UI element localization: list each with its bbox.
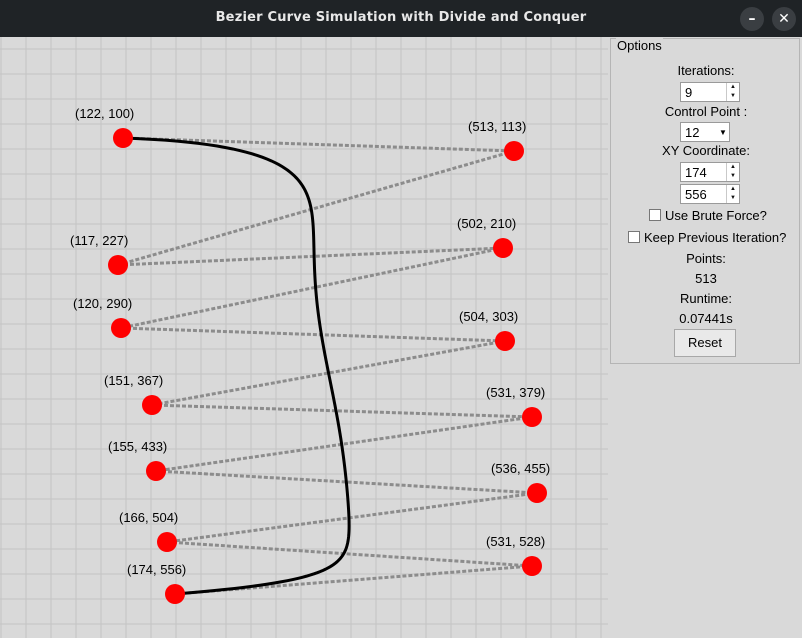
keep-previous-label: Keep Previous Iteration? — [644, 230, 787, 245]
minimize-button[interactable]: – — [740, 7, 764, 31]
control-point[interactable] — [157, 532, 177, 552]
point-label: (536, 455) — [491, 461, 550, 476]
point-label: (513, 113) — [468, 119, 526, 134]
reset-button[interactable]: Reset — [674, 329, 736, 357]
control-point[interactable] — [108, 255, 128, 275]
options-panel: Options Iterations: 9 ▲ ▼ Control Point :… — [610, 38, 800, 364]
spin-down-icon[interactable]: ▼ — [727, 194, 739, 203]
brute-force-label: Use Brute Force? — [665, 208, 767, 223]
control-point[interactable] — [165, 584, 185, 604]
brute-force-checkbox[interactable]: Use Brute Force? — [649, 208, 767, 226]
runtime-label: Runtime: — [679, 291, 733, 306]
point-label: (504, 303) — [459, 309, 518, 324]
point-label: (166, 504) — [119, 510, 178, 525]
bezier-curve — [122, 136, 351, 596]
options-title: Options — [616, 38, 663, 53]
app-window: Bezier Curve Simulation with Divide and … — [0, 0, 802, 638]
checkbox-icon[interactable] — [649, 209, 661, 221]
control-point[interactable] — [493, 238, 513, 258]
control-polygon-segment — [117, 149, 515, 267]
title-bar: Bezier Curve Simulation with Divide and … — [0, 0, 802, 37]
y-coordinate-spinbox[interactable]: 556 ▲ ▼ — [680, 184, 740, 204]
control-point[interactable] — [142, 395, 162, 415]
points-value: 513 — [695, 271, 717, 286]
control-point-label: Control Point : — [664, 104, 748, 119]
control-point[interactable] — [495, 331, 515, 351]
spin-up-icon[interactable]: ▲ — [727, 83, 739, 92]
point-label: (531, 528) — [486, 534, 545, 549]
control-polygon-segment — [166, 491, 538, 544]
window-title: Bezier Curve Simulation with Divide and … — [215, 10, 587, 25]
control-point[interactable] — [522, 556, 542, 576]
checkbox-icon[interactable] — [628, 231, 640, 243]
iterations-spinbox[interactable]: 9 ▲ ▼ — [680, 82, 740, 102]
point-label: (174, 556) — [127, 562, 186, 577]
iterations-label: Iterations: — [677, 63, 735, 78]
point-label: (531, 379) — [486, 385, 545, 400]
control-point[interactable] — [504, 141, 524, 161]
iterations-value: 9 — [685, 85, 693, 100]
runtime-value: 0.07441s — [679, 311, 733, 326]
point-label: (120, 290) — [73, 296, 132, 311]
point-label: (122, 100) — [75, 106, 134, 121]
points-label: Points: — [686, 251, 726, 266]
x-coordinate-spinbox[interactable]: 174 ▲ ▼ — [680, 162, 740, 182]
point-label: (117, 227) — [70, 233, 128, 248]
y-coordinate-value: 556 — [685, 187, 707, 202]
point-label: (502, 210) — [457, 216, 516, 231]
control-point[interactable] — [522, 407, 542, 427]
control-polygon-segment — [151, 403, 533, 419]
drawing-canvas[interactable]: (122, 100) (513, 113) (117, 227) (502, 210)… — [0, 37, 608, 638]
control-polygon-segment — [120, 246, 504, 330]
bezier-plot[interactable]: (122, 100) (513, 113) (117, 227) (502, 210)… — [0, 37, 608, 638]
control-polygon-segment — [166, 540, 533, 568]
control-point[interactable] — [527, 483, 547, 503]
x-coordinate-value: 174 — [685, 165, 707, 180]
chevron-down-icon[interactable]: ▼ — [718, 128, 728, 138]
close-button[interactable]: ✕ — [772, 7, 796, 31]
control-point-select[interactable]: 12 ▼ — [680, 122, 730, 142]
spin-up-icon[interactable]: ▲ — [727, 163, 739, 172]
control-point[interactable] — [111, 318, 131, 338]
control-point-value: 12 — [685, 125, 700, 140]
control-point[interactable] — [113, 128, 133, 148]
xy-coordinate-label: XY Coordinate: — [662, 143, 750, 158]
control-point[interactable] — [146, 461, 166, 481]
spin-down-icon[interactable]: ▼ — [727, 172, 739, 181]
spin-up-icon[interactable]: ▲ — [727, 185, 739, 194]
keep-previous-checkbox[interactable]: Keep Previous Iteration? — [628, 230, 786, 248]
spin-down-icon[interactable]: ▼ — [727, 92, 739, 101]
point-label: (151, 367) — [104, 373, 163, 388]
point-label: (155, 433) — [108, 439, 167, 454]
bezier-curve-group — [122, 136, 351, 596]
control-polygon-segment — [120, 326, 506, 343]
